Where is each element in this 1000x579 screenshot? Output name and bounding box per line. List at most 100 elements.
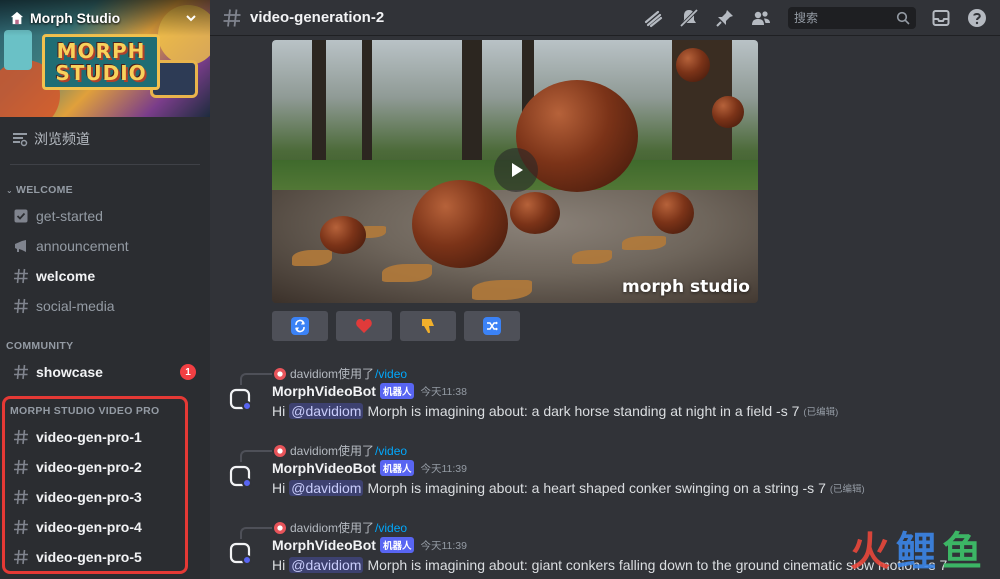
category-label: WELCOME xyxy=(16,184,73,196)
hash-icon xyxy=(12,267,30,285)
message-body: Hi @davidiom Morph is imagining about: a… xyxy=(272,480,865,496)
user-mention[interactable]: @davidiom xyxy=(289,480,364,496)
mute-icon[interactable] xyxy=(678,7,700,29)
message-header: MorphVideoBot 机器人 今天11:39 xyxy=(272,460,467,476)
channel-label: announcement xyxy=(36,238,129,254)
regenerate-button[interactable] xyxy=(272,311,328,341)
hash-icon xyxy=(12,297,30,315)
scene-conker xyxy=(652,192,694,234)
reply-command[interactable]: /video xyxy=(375,444,407,458)
highlight-annotation xyxy=(2,396,188,574)
username[interactable]: MorphVideoBot xyxy=(272,460,376,476)
play-button[interactable] xyxy=(494,148,538,192)
channel-welcome[interactable]: welcome xyxy=(8,262,200,290)
hash-icon xyxy=(222,8,242,28)
thumbs-down-icon xyxy=(419,317,437,335)
search-box[interactable] xyxy=(788,6,916,29)
browse-channels-icon xyxy=(12,131,28,147)
search-input[interactable] xyxy=(794,10,894,25)
browse-channels[interactable]: 浏览频道 xyxy=(0,124,210,154)
watermark-char: 火 xyxy=(850,529,890,575)
heart-icon xyxy=(355,317,373,335)
command-reply[interactable]: davidiom使用了 /video xyxy=(274,519,407,536)
user-mention[interactable]: @davidiom xyxy=(289,403,364,419)
watermark-char: 鱼 xyxy=(942,529,982,575)
user-mention[interactable]: @davidiom xyxy=(289,557,364,573)
bot-avatar[interactable] xyxy=(228,387,254,413)
message: davidiom使用了 /video MorphVideoBot 机器人 今天1… xyxy=(228,363,998,429)
scene-tree xyxy=(362,40,372,170)
unread-badge: 1 xyxy=(180,364,196,380)
server-name: Morph Studio xyxy=(30,10,121,26)
message-header: MorphVideoBot 机器人 今天11:39 xyxy=(272,537,467,553)
like-button[interactable] xyxy=(336,311,392,341)
dislike-button[interactable] xyxy=(400,311,456,341)
reply-command[interactable]: /video xyxy=(375,367,407,381)
shuffle-button[interactable] xyxy=(464,311,520,341)
bot-avatar[interactable] xyxy=(228,541,254,567)
username[interactable]: MorphVideoBot xyxy=(272,383,376,399)
channel-get-started[interactable]: get-started xyxy=(8,202,200,230)
reply-user: davidiom使用了 xyxy=(290,444,375,458)
hash-icon xyxy=(12,363,30,381)
timestamp: 今天11:39 xyxy=(420,539,467,552)
scene-conker xyxy=(320,216,366,254)
scene-conker xyxy=(712,96,744,128)
category-label: COMMUNITY xyxy=(6,340,74,352)
reply-connector xyxy=(240,527,272,539)
user-avatar-mini xyxy=(274,444,286,457)
home-icon xyxy=(10,11,24,25)
reply-command[interactable]: /video xyxy=(375,521,407,535)
inbox-icon[interactable] xyxy=(930,7,952,29)
shuffle-icon xyxy=(483,317,501,335)
bot-avatar[interactable] xyxy=(228,464,254,490)
chevron-down-icon[interactable] xyxy=(182,9,200,27)
category-community[interactable]: COMMUNITY xyxy=(0,336,210,356)
username[interactable]: MorphVideoBot xyxy=(272,537,376,553)
members-icon[interactable] xyxy=(750,7,772,29)
help-icon[interactable] xyxy=(966,7,988,29)
message-text: Morph is imagining about: a heart shaped… xyxy=(367,480,826,496)
timestamp: 今天11:39 xyxy=(420,462,467,475)
channel-social-media[interactable]: social-media xyxy=(8,292,200,320)
server-header[interactable]: Morph Studio xyxy=(0,0,210,36)
scene-conker xyxy=(510,192,560,234)
rules-icon xyxy=(12,207,30,225)
video-player[interactable]: morph studio xyxy=(272,40,758,303)
command-reply[interactable]: davidiom使用了 /video xyxy=(274,365,407,382)
threads-icon[interactable] xyxy=(642,7,664,29)
scene-leaf xyxy=(472,280,532,300)
message-prefix: Hi xyxy=(272,557,286,573)
reply-connector xyxy=(240,450,272,462)
reply-connector xyxy=(240,373,272,385)
category-welcome[interactable]: ⌄ WELCOME xyxy=(0,180,210,200)
edited-label: (已编辑) xyxy=(803,407,839,418)
corner-watermark-logo: 火 鲤 鱼 xyxy=(850,519,982,577)
user-avatar-mini xyxy=(274,367,286,380)
chevron-down-icon: ⌄ xyxy=(6,185,14,195)
refresh-icon xyxy=(291,317,309,335)
banner-logo-line1: MORPH xyxy=(56,39,146,63)
scene-tree xyxy=(312,40,326,180)
channel-showcase[interactable]: showcase 1 xyxy=(8,358,200,386)
reply-user: davidiom使用了 xyxy=(290,367,375,381)
video-action-buttons xyxy=(272,311,528,341)
play-icon xyxy=(512,163,523,177)
watermark-char: 鲤 xyxy=(896,529,936,575)
command-reply[interactable]: davidiom使用了 /video xyxy=(274,442,407,459)
timestamp: 今天11:38 xyxy=(420,385,467,398)
channel-label: get-started xyxy=(36,208,103,224)
message-body: Hi @davidiom Morph is imagining about: a… xyxy=(272,403,838,419)
channel-label: social-media xyxy=(36,298,115,314)
video-watermark: morph studio xyxy=(622,277,750,297)
scene-leaf xyxy=(622,236,666,250)
edited-label: (已编辑) xyxy=(829,484,865,495)
user-avatar-mini xyxy=(274,521,286,534)
pin-icon[interactable] xyxy=(714,7,736,29)
channel-sidebar: MORPH STUDIO Morph Studio 浏览频道 ⌄ WELCOME… xyxy=(0,0,210,579)
message: davidiom使用了 /video MorphVideoBot 机器人 今天1… xyxy=(228,440,998,506)
message-text: Morph is imagining about: a dark horse s… xyxy=(367,403,800,419)
message-body: Hi @davidiom Morph is imagining about: g… xyxy=(272,557,947,573)
message-header: MorphVideoBot 机器人 今天11:38 xyxy=(272,383,467,399)
channel-announcement[interactable]: announcement xyxy=(8,232,200,260)
